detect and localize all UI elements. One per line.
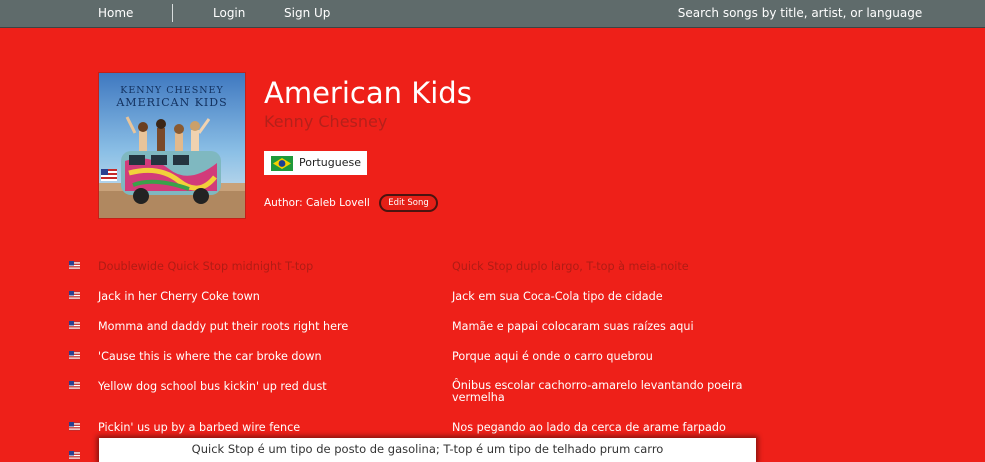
lyric-original: Momma and daddy put their roots right he… — [98, 320, 349, 333]
lyric-translation: Jack em sua Coca-Cola tipo de cidade — [452, 290, 663, 303]
translation-note-tooltip: Quick Stop é um tipo de posto de gasolin… — [99, 438, 756, 462]
lyric-translation: Porque aqui é onde o carro quebrou — [452, 350, 653, 363]
song-title: American Kids — [264, 76, 472, 110]
lyric-translation: Mamãe e papai colocaram suas raízes aqui — [452, 320, 694, 333]
nav-signup-link[interactable]: Sign Up — [284, 6, 330, 20]
brazil-flag-icon — [271, 156, 293, 171]
us-flag-icon — [69, 321, 80, 330]
song-artist: Kenny Chesney — [264, 112, 388, 131]
top-navbar: Home Login Sign Up — [0, 0, 985, 28]
us-flag-icon — [69, 261, 80, 270]
us-flag-icon — [69, 422, 80, 431]
song-author: Author: Caleb Lovell — [264, 197, 370, 209]
lyric-original: 'Cause this is where the car broke down — [98, 350, 322, 363]
lyric-original: Yellow dog school bus kickin' up red dus… — [98, 380, 327, 393]
edit-song-button[interactable]: Edit Song — [379, 194, 438, 212]
language-label: Portuguese — [299, 156, 361, 169]
lyric-original: Jack in her Cherry Coke town — [98, 290, 260, 303]
search-input[interactable] — [630, 2, 970, 24]
lyric-original: Pickin' us up by a barbed wire fence — [98, 421, 301, 434]
us-flag-icon — [69, 351, 80, 360]
cover-artist-text: KENNY CHESNEY — [120, 85, 224, 96]
nav-divider — [172, 4, 173, 22]
lyric-translation: Nos pegando ao lado da cerca de arame fa… — [452, 421, 726, 434]
lyric-original: Doublewide Quick Stop midnight T-top — [98, 260, 314, 273]
us-flag-icon — [69, 291, 80, 300]
cover-title-text: AMERICAN KIDS — [116, 96, 228, 109]
us-flag-icon — [69, 381, 80, 390]
nav-login-link[interactable]: Login — [213, 6, 245, 20]
lyric-translation: Quick Stop duplo largo, T-top à meia-noi… — [452, 260, 689, 273]
album-cover: KENNY CHESNEY AMERICAN KIDS — [98, 72, 246, 219]
language-badge[interactable]: Portuguese — [264, 151, 367, 175]
nav-home-link[interactable]: Home — [98, 6, 133, 20]
lyric-translation: Ônibus escolar cachorro-amarelo levantan… — [452, 379, 743, 404]
us-flag-icon — [69, 451, 80, 460]
